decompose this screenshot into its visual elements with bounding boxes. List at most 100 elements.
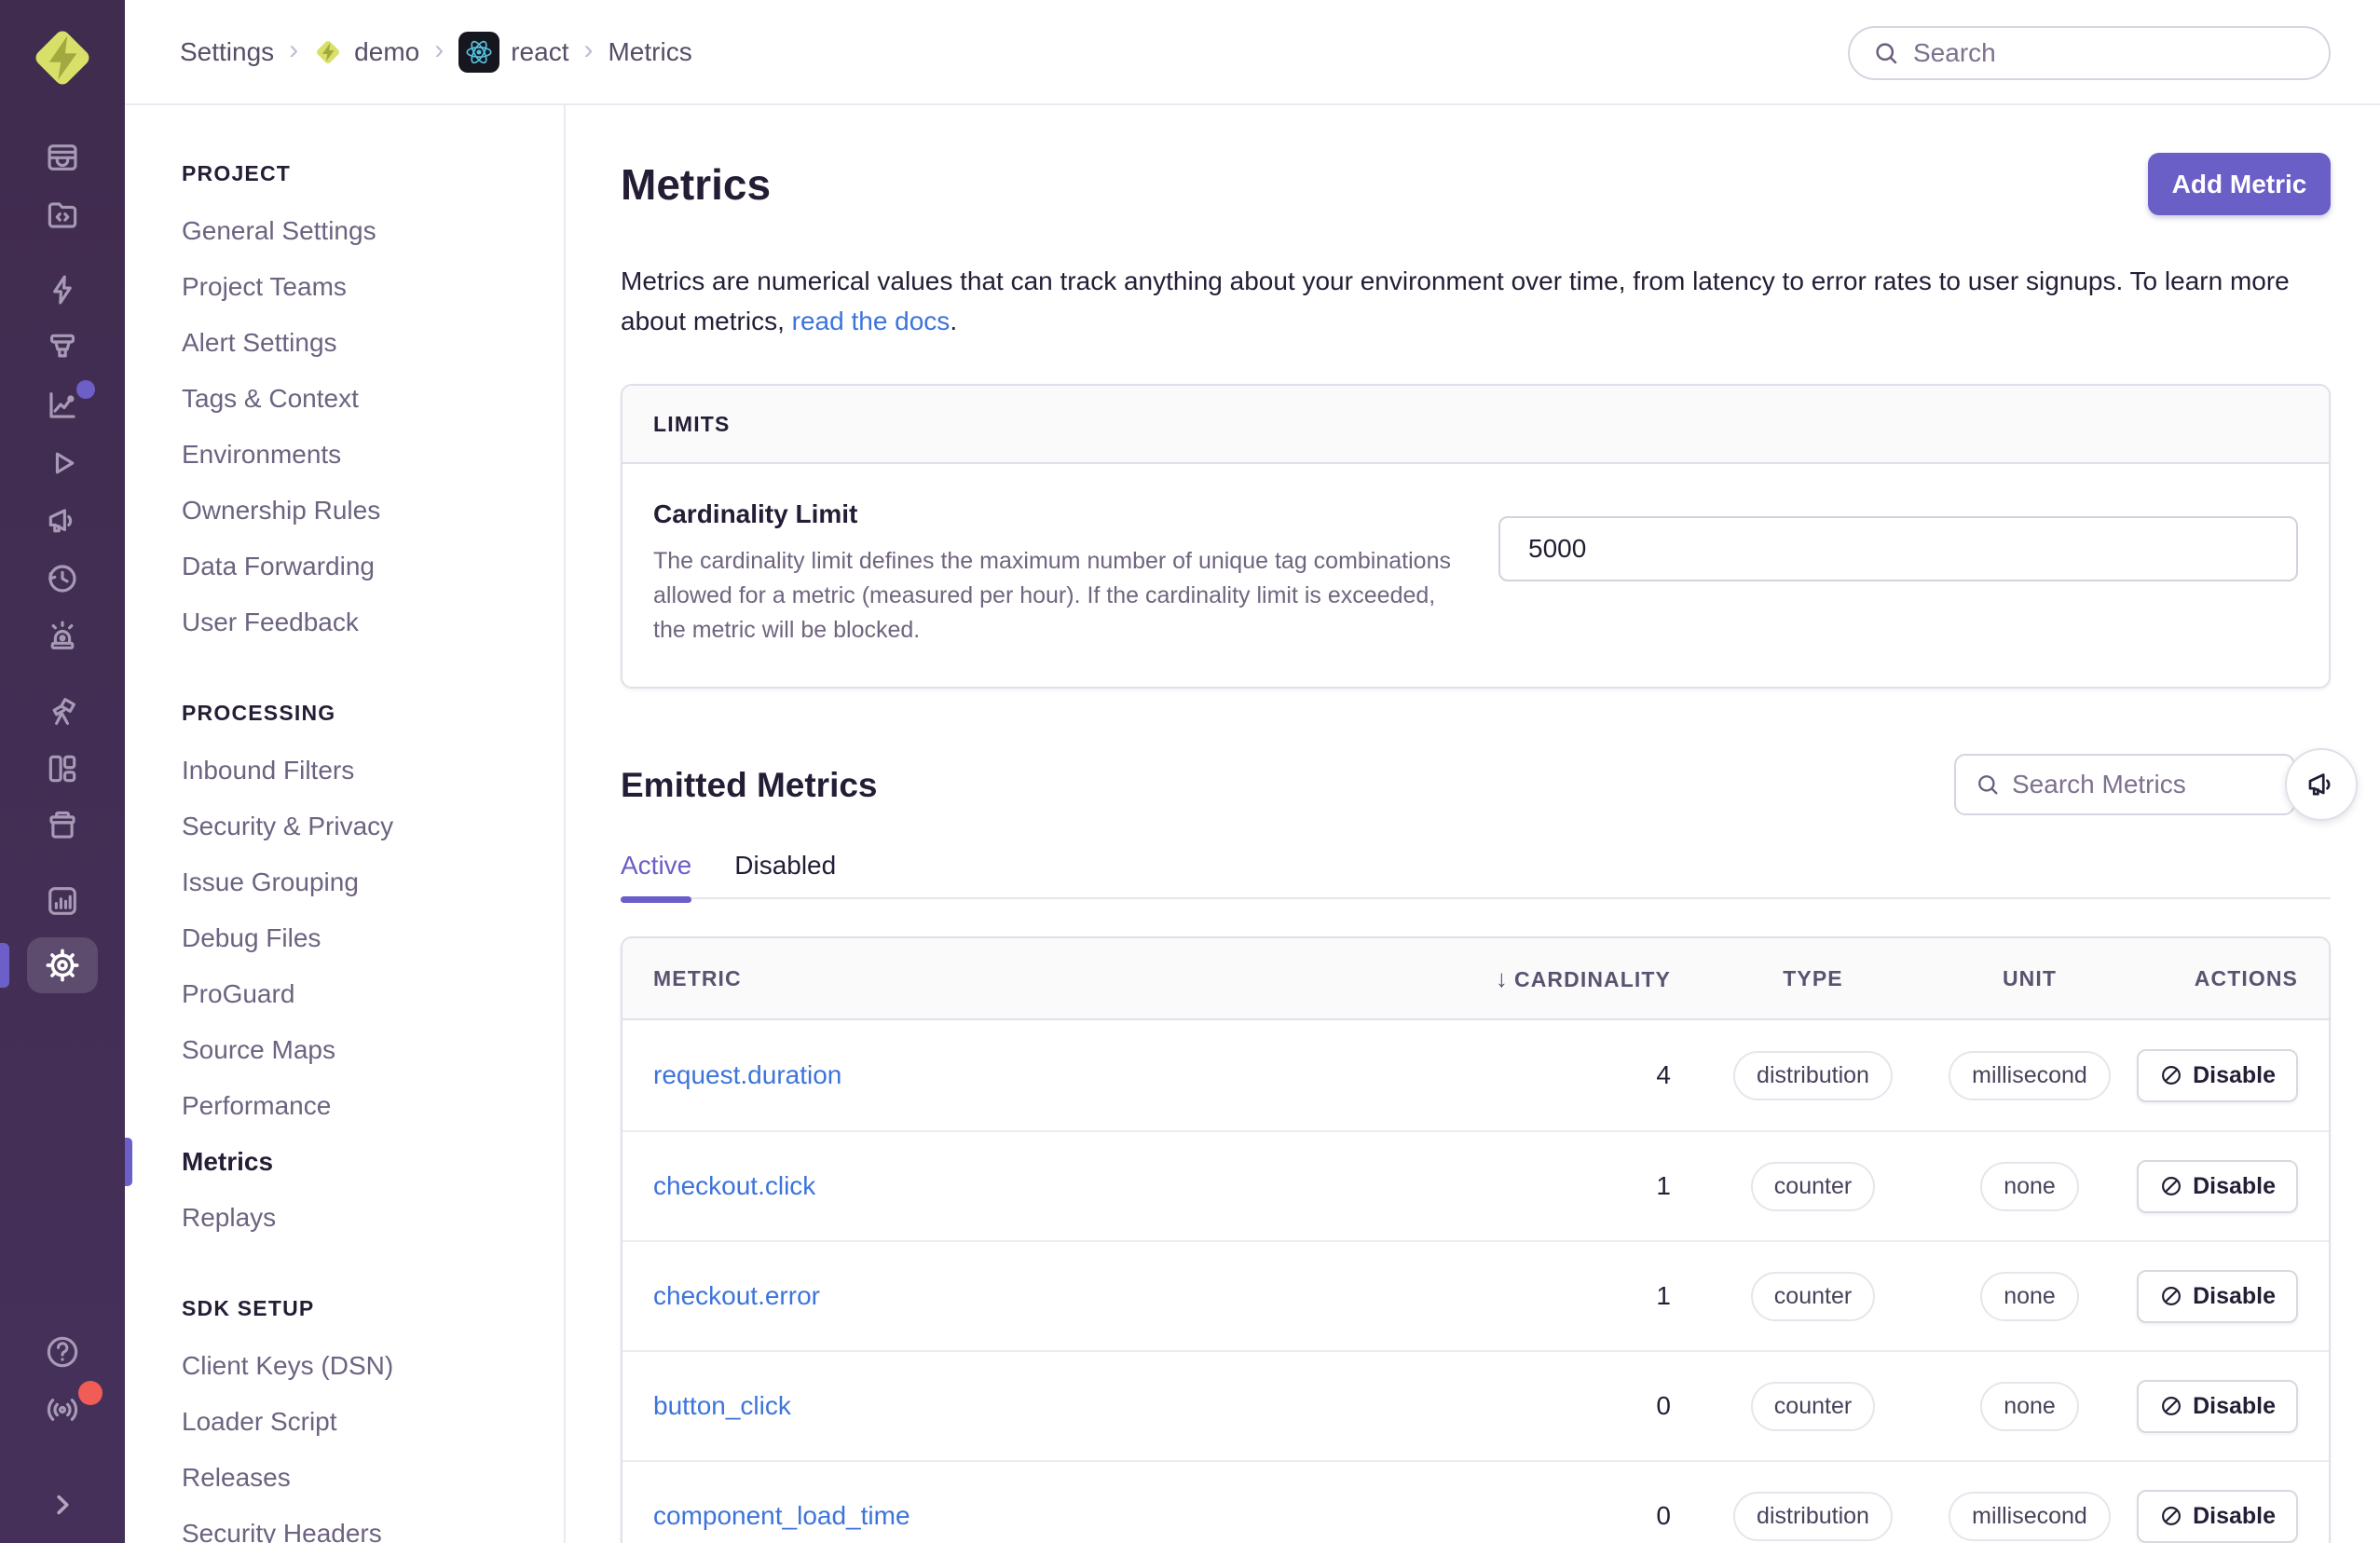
sidebar-collapse-toggle[interactable] (0, 1483, 125, 1526)
nav-item-ownership-rules[interactable]: Ownership Rules (125, 483, 564, 539)
metric-name-link[interactable]: component_load_time (653, 1501, 910, 1530)
emitted-metrics-table: METRIC ↓ CARDINALITY TYPE UNIT ACTIONS re… (621, 936, 2331, 1543)
nav-item-alert-settings[interactable]: Alert Settings (125, 315, 564, 371)
global-search[interactable] (1848, 26, 2331, 80)
clock-history-icon (45, 561, 80, 596)
description-suffix: . (950, 307, 958, 335)
active-indicator (0, 943, 9, 988)
block-icon (2159, 1284, 2183, 1308)
megaphone-icon (2305, 768, 2338, 801)
react-icon (458, 31, 500, 73)
broadcast-icon (44, 1391, 81, 1428)
disable-button[interactable]: Disable (2137, 1048, 2298, 1102)
disable-button-label: Disable (2193, 1502, 2276, 1529)
metric-search-input[interactable] (2012, 770, 2275, 799)
unit-badge: none (1980, 1161, 2079, 1211)
nav-item-metrics-label: Metrics (182, 1147, 274, 1176)
col-header-metric: METRIC (653, 965, 742, 990)
sidebar-item-projects[interactable] (0, 194, 125, 237)
settings-gear-active-bg (27, 937, 98, 993)
sidebar-item-settings[interactable] (0, 937, 125, 993)
sentry-logo-icon (27, 22, 98, 93)
breadcrumb-project-label: demo (354, 36, 420, 66)
nav-item-performance[interactable]: Performance (125, 1078, 564, 1134)
nav-section-sdk-setup: SDK SETUP (182, 1296, 315, 1320)
disable-button[interactable]: Disable (2137, 1489, 2298, 1543)
metric-name-link[interactable]: checkout.click (653, 1171, 815, 1200)
cardinality-value: 1 (1656, 1171, 1671, 1200)
sentry-logo-button[interactable] (0, 22, 125, 93)
sidebar-item-whats-new[interactable] (0, 1381, 125, 1431)
sidebar-item-releases[interactable] (0, 805, 125, 848)
table-row: button_click 0 counter none Disable (622, 1350, 2329, 1460)
cardinality-limit-input[interactable] (1498, 516, 2298, 581)
nav-item-proguard[interactable]: ProGuard (125, 966, 564, 1022)
page-title: Metrics (621, 159, 772, 209)
nav-item-security-privacy[interactable]: Security & Privacy (125, 799, 564, 854)
sidebar-item-discover[interactable] (0, 380, 125, 427)
disable-button[interactable]: Disable (2137, 1269, 2298, 1323)
metric-name-link[interactable]: checkout.error (653, 1281, 820, 1310)
nav-item-issue-grouping[interactable]: Issue Grouping (125, 854, 564, 910)
nav-item-debug-files[interactable]: Debug Files (125, 910, 564, 966)
sidebar-item-dashboards[interactable] (0, 747, 125, 790)
nav-item-loader-script[interactable]: Loader Script (125, 1394, 564, 1450)
metric-search[interactable] (1954, 754, 2295, 815)
col-header-type: TYPE (1783, 965, 1843, 990)
cardinality-value: 0 (1656, 1391, 1671, 1420)
nav-item-client-keys[interactable]: Client Keys (DSN) (125, 1338, 564, 1394)
sidebar-item-feedback[interactable] (0, 499, 125, 542)
sidebar-item-crons[interactable] (0, 557, 125, 600)
disable-button[interactable]: Disable (2137, 1379, 2298, 1433)
col-header-cardinality[interactable]: ↓ CARDINALITY (1401, 964, 1689, 993)
nav-item-inbound-filters[interactable]: Inbound Filters (125, 743, 564, 799)
nav-item-tags-context[interactable]: Tags & Context (125, 371, 564, 427)
sidebar-item-replays[interactable] (0, 442, 125, 485)
breadcrumb-platform[interactable]: react (458, 31, 568, 73)
nav-item-environments[interactable]: Environments (125, 427, 564, 483)
gear-icon (44, 947, 81, 984)
disable-button-label: Disable (2193, 1061, 2276, 1088)
sidebar-item-alerts[interactable] (0, 615, 125, 658)
metric-name-link[interactable]: button_click (653, 1391, 791, 1420)
table-row: component_load_time 0 distribution milli… (622, 1460, 2329, 1543)
sidebar-item-performance[interactable] (0, 268, 125, 311)
telescope-icon (45, 693, 80, 729)
block-icon (2159, 1063, 2183, 1087)
table-row: request.duration 4 distribution millisec… (622, 1020, 2329, 1130)
sidebar-item-stats[interactable] (0, 880, 125, 922)
nav-item-source-maps[interactable]: Source Maps (125, 1022, 564, 1078)
nav-item-metrics[interactable]: Metrics (125, 1134, 564, 1190)
funnel-icon (45, 330, 80, 365)
search-icon (1975, 772, 2001, 798)
sidebar-item-funnel[interactable] (0, 326, 125, 369)
sidebar-item-explore[interactable] (0, 690, 125, 732)
add-metric-button[interactable]: Add Metric (2148, 153, 2331, 215)
nav-item-replays[interactable]: Replays (125, 1190, 564, 1246)
nav-item-project-teams[interactable]: Project Teams (125, 259, 564, 315)
play-icon (45, 445, 80, 481)
breadcrumb-page: Metrics (608, 36, 692, 66)
nav-item-data-forwarding[interactable]: Data Forwarding (125, 539, 564, 594)
type-badge: distribution (1733, 1491, 1893, 1541)
read-the-docs-link[interactable]: read the docs (792, 307, 951, 335)
nav-item-general-settings[interactable]: General Settings (125, 203, 564, 259)
sidebar-item-help[interactable] (0, 1331, 125, 1373)
nav-item-user-feedback[interactable]: User Feedback (125, 594, 564, 650)
bar-chart-icon (45, 883, 80, 919)
limits-panel-header: LIMITS (622, 386, 2329, 464)
tab-disabled[interactable]: Disabled (734, 851, 836, 881)
breadcrumb-project[interactable]: demo (313, 37, 419, 67)
global-search-input[interactable] (1913, 38, 2306, 68)
sidebar-item-issues[interactable] (0, 136, 125, 179)
disable-button[interactable]: Disable (2137, 1159, 2298, 1213)
line-chart-icon (45, 388, 80, 423)
chevron-separator-icon: › (289, 34, 299, 65)
chevron-separator-icon: › (583, 34, 594, 65)
feedback-button[interactable] (2285, 748, 2358, 821)
nav-item-security-headers[interactable]: Security Headers (125, 1506, 564, 1543)
tab-active[interactable]: Active (621, 851, 692, 903)
breadcrumb-settings[interactable]: Settings (180, 37, 274, 67)
metric-name-link[interactable]: request.duration (653, 1060, 841, 1089)
nav-item-releases[interactable]: Releases (125, 1450, 564, 1506)
